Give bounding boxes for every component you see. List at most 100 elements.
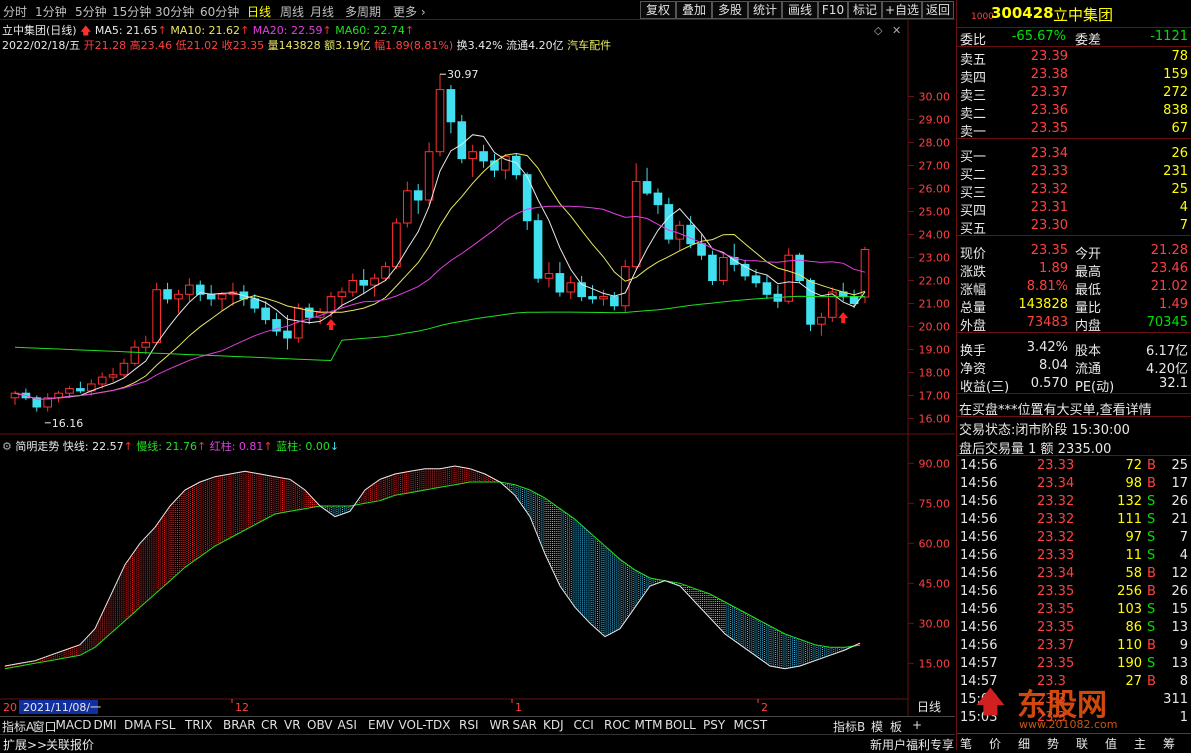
indicator-tab-brar[interactable]: BRAR <box>223 718 256 732</box>
candle-body[interactable] <box>304 307 314 318</box>
candle-body[interactable] <box>141 342 151 348</box>
indicator-tab-dma[interactable]: DMA <box>124 718 152 732</box>
indicator-tab-boll[interactable]: BOLL <box>665 718 696 732</box>
candle-body[interactable] <box>533 220 543 279</box>
candle-body[interactable] <box>664 204 674 240</box>
indicator-tab-vol-tdx[interactable]: VOL-TDX <box>399 718 451 732</box>
indicator-tab-roc[interactable]: ROC <box>604 718 630 732</box>
candle-body[interactable] <box>424 151 434 201</box>
kline-chart[interactable]: 30.00 29.00 28.00 27.00 26.00 25.00 24.00 23.00… <box>0 0 956 716</box>
detail-tab-7[interactable]: 筹 <box>1163 735 1175 752</box>
detail-tab-4[interactable]: 联 <box>1076 735 1088 752</box>
detail-tab-0[interactable]: 笔 <box>960 735 972 752</box>
candle-body[interactable] <box>762 282 772 295</box>
candle-body[interactable] <box>250 298 260 309</box>
candle-body[interactable] <box>402 190 412 224</box>
candle-body[interactable] <box>588 296 597 300</box>
indicator-tab-vr[interactable]: VR <box>284 718 301 732</box>
indicator-tab-sar[interactable]: SAR <box>513 718 537 732</box>
candle-body[interactable] <box>719 257 728 281</box>
candle-body[interactable] <box>479 151 488 162</box>
candle-body[interactable] <box>631 181 641 268</box>
candle-body[interactable] <box>152 289 161 344</box>
candle-body[interactable] <box>359 280 369 286</box>
candle-body[interactable] <box>817 316 826 325</box>
indicator-tab-asi[interactable]: ASI <box>338 718 357 732</box>
tick-row: 14:56 23.33 72 B 25 <box>957 458 1191 476</box>
detail-tab-2[interactable]: 细 <box>1018 735 1030 752</box>
indicator-tab-rsi[interactable]: RSI <box>459 718 479 732</box>
candle-body[interactable] <box>185 284 194 295</box>
indicator-tab-fsl[interactable]: FSL <box>155 718 176 732</box>
detail-tab-5[interactable]: 值 <box>1105 735 1117 752</box>
indicator-tab-mcst[interactable]: MCST <box>734 718 768 732</box>
candle-body[interactable] <box>555 273 565 293</box>
candle-body[interactable] <box>119 362 129 376</box>
promo-link[interactable]: 新用户福利专享 <box>870 736 954 753</box>
candle-body[interactable] <box>566 282 576 293</box>
tick-time: 15:00 <box>960 692 998 707</box>
indicator-tab-cci[interactable]: CCI <box>574 718 594 732</box>
detail-tab-3[interactable]: 势 <box>1047 735 1059 752</box>
candle-body[interactable] <box>697 243 706 256</box>
detail-tab-6[interactable]: 主 <box>1134 735 1146 752</box>
candle-body[interactable] <box>206 293 216 300</box>
indicator-tab-窗口[interactable]: 窗口 <box>33 718 57 735</box>
indicator-tab-right-0[interactable]: 指标B <box>833 718 865 735</box>
candle-body[interactable] <box>130 346 140 364</box>
candle-body[interactable] <box>784 254 794 302</box>
candle-body[interactable] <box>468 151 478 160</box>
candle-body[interactable] <box>446 89 456 123</box>
candle-body[interactable] <box>806 280 815 325</box>
candle-body[interactable] <box>435 89 445 153</box>
indicator-tab-right-2[interactable]: 板 <box>890 718 902 735</box>
indicator-tab-dmi[interactable]: DMI <box>94 718 117 732</box>
indicator-tab-mtm[interactable]: MTM <box>635 718 663 732</box>
candle-body[interactable] <box>413 190 423 201</box>
candle-body[interactable] <box>261 307 270 321</box>
candle-body[interactable] <box>392 222 401 268</box>
indicator-tab-right-1[interactable]: 模 <box>871 718 883 735</box>
candle-body[interactable] <box>163 289 172 300</box>
candle-body[interactable] <box>599 296 608 300</box>
candle-body[interactable] <box>65 388 74 394</box>
candle-body[interactable] <box>108 374 118 378</box>
candle-body[interactable] <box>337 291 347 298</box>
ask-row: 卖一 23.35 67 <box>957 121 1191 140</box>
candle-body[interactable] <box>642 181 652 194</box>
candle-body[interactable] <box>653 192 663 206</box>
candle-body[interactable] <box>457 121 467 160</box>
candle-body[interactable] <box>97 376 107 385</box>
related-quote-link[interactable]: 关联报价 <box>46 736 94 753</box>
indicator-tab-指标a[interactable]: 指标A <box>2 718 34 735</box>
indicator-tab-wr[interactable]: WR <box>490 718 510 732</box>
candle-body[interactable] <box>76 388 85 392</box>
candle-body[interactable] <box>544 273 554 279</box>
candle-body[interactable] <box>740 263 750 277</box>
candle-body[interactable] <box>370 277 379 286</box>
indicator-tab-cr[interactable]: CR <box>261 718 278 732</box>
detail-tab-1[interactable]: 价 <box>989 735 1001 752</box>
settings-icon[interactable]: ⚙ <box>2 440 12 453</box>
indicator-tab-kdj[interactable]: KDJ <box>543 718 564 732</box>
candle-body[interactable] <box>217 293 227 300</box>
indicator-tab-obv[interactable]: OBV <box>307 718 333 732</box>
candle-body[interactable] <box>751 275 761 284</box>
candle-body[interactable] <box>860 248 870 298</box>
candle-body[interactable] <box>283 330 292 339</box>
indicator-tab-emv[interactable]: EMV <box>368 718 394 732</box>
candle-body[interactable] <box>610 296 619 307</box>
diamond-icon[interactable]: ◇ <box>874 24 883 37</box>
indicator-tab-psy[interactable]: PSY <box>703 718 725 732</box>
tick-count: 26 <box>1171 584 1188 599</box>
candle-body[interactable] <box>708 254 717 281</box>
close-icon[interactable]: ✕ <box>892 24 901 37</box>
candle-body[interactable] <box>686 224 695 245</box>
indicator-tab-macd[interactable]: MACD <box>56 718 92 732</box>
expand-link[interactable]: 扩展>> <box>3 736 47 753</box>
stat-label: PE(动) <box>1075 380 1115 395</box>
candle-body[interactable] <box>348 280 358 293</box>
candle-body[interactable] <box>174 293 183 300</box>
indicator-tab-right-3[interactable]: + <box>912 718 922 732</box>
indicator-tab-trix[interactable]: TRIX <box>185 718 212 732</box>
